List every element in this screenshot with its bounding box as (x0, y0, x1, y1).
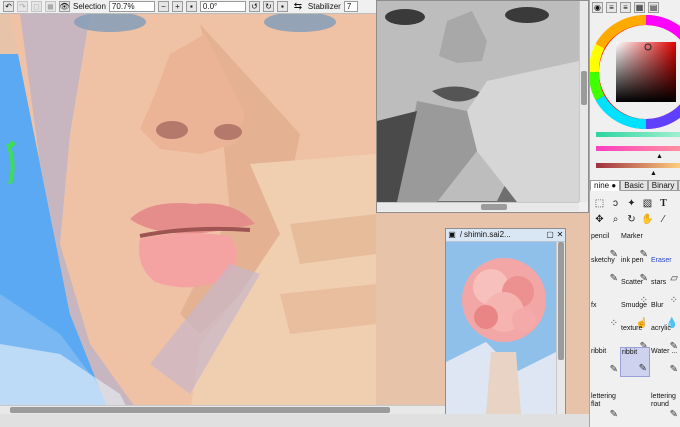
swatches-icon: ▦ (635, 2, 644, 12)
layer-select-icon[interactable]: ▧ (641, 197, 654, 210)
minimize-icon[interactable]: ▢ (545, 229, 555, 241)
brush-water[interactable]: Water ... ✎ (650, 347, 680, 377)
reference-horizontal-scrollbar[interactable] (377, 202, 579, 211)
plus-icon: + (175, 1, 180, 11)
square-icon: ▪ (190, 1, 193, 11)
rotate-icon[interactable]: ↻ (625, 213, 638, 226)
undo-button[interactable]: ↶ (3, 1, 14, 12)
flip-icon[interactable]: ⇆ (291, 1, 305, 12)
hsv-slider-mode-button[interactable]: ≡ (620, 2, 631, 13)
status-strip (0, 414, 589, 427)
saturation-slider[interactable] (596, 146, 680, 151)
minus-icon: − (161, 1, 166, 11)
invert-selection-button[interactable]: ◼ (45, 1, 56, 12)
stabilizer-field[interactable]: 7 (343, 1, 358, 12)
brush-icon: ✎ (638, 363, 647, 374)
view-tool-row: ✥ ⌕ ↻ ✋ ⁄ (593, 213, 679, 226)
redo-icon: ↷ (19, 1, 26, 11)
brush-ribbit-selected[interactable]: ribbit ✎ (620, 347, 650, 377)
magic-wand-icon[interactable]: ✦ (625, 197, 638, 210)
reference-vertical-scrollbar[interactable] (579, 1, 588, 202)
rotate-right-icon: ↻ (265, 1, 272, 11)
zoom-out-button[interactable]: − (157, 1, 169, 12)
reference-vscroll-thumb[interactable] (581, 71, 587, 105)
color-wheel[interactable] (590, 14, 680, 130)
window-icon: ▣ (448, 230, 456, 239)
navigator-titlebar[interactable]: ▣ / shimin.sai2... ▢ ✕ (446, 229, 565, 242)
slider-marker-icon: ▲ (656, 153, 663, 160)
brush-ribbit[interactable]: ribbit ✎ (590, 347, 620, 377)
slider-marker-icon: ▲ (650, 170, 657, 177)
invert-selection-icon: ◼ (47, 1, 54, 11)
sliders-icon: ≡ (609, 2, 614, 12)
deselect-button[interactable]: ◻ (31, 1, 42, 12)
pen-icon: ✎ (669, 409, 678, 420)
navigator-window[interactable]: ▣ / shimin.sai2... ▢ ✕ (445, 228, 566, 427)
close-icon[interactable]: ✕ (555, 229, 565, 241)
hue-slider[interactable] (596, 132, 680, 137)
zoom-field[interactable]: 70.7% (108, 1, 155, 12)
reference-photo (377, 1, 579, 202)
reference-photo-window[interactable] (376, 0, 589, 213)
swatches-mode-button[interactable]: ▦ (634, 2, 645, 13)
palette-icon: ▤ (649, 2, 658, 12)
rect-select-icon[interactable]: ⬚ (593, 197, 606, 210)
canvas-scroll-thumb[interactable] (10, 407, 390, 413)
deselect-icon: ◻ (33, 1, 40, 11)
rotate-left-button[interactable]: ↺ (248, 1, 260, 12)
brush-set-tabs: nine ● Basic Binary Ve (590, 180, 680, 191)
navigator-vscroll-thumb[interactable] (558, 242, 564, 360)
navigator-title: shimin.sai2... (464, 230, 511, 239)
brush-icon: ✎ (669, 364, 678, 375)
brush-icon: ✎ (609, 364, 618, 375)
eyedropper-icon[interactable]: ⁄ (657, 213, 670, 226)
rotation-field[interactable]: 0.0° (199, 1, 246, 12)
eye-icon: 👁 (59, 1, 70, 11)
palette-mode-button[interactable]: ▤ (648, 2, 659, 13)
rotate-right-button[interactable]: ↻ (262, 1, 274, 12)
navigator-vertical-scrollbar[interactable] (556, 242, 565, 414)
brush-lettering-flat[interactable]: lettering flat ✎ (590, 392, 620, 422)
text-tool-icon[interactable]: T (657, 197, 670, 210)
navigator-preview (446, 242, 556, 414)
pen-icon: ✎ (609, 409, 618, 420)
tab-nine[interactable]: nine ● (590, 180, 621, 191)
lasso-icon[interactable]: ↄ (609, 197, 622, 210)
brush-grid: pencil ✎ Marker ✎ sketchy ✎ ink pen ✎ Eraser… (590, 232, 680, 427)
color-mode-bar: ◉ ≡ ≡ ▦ ▤ (592, 2, 659, 13)
selection-label: Selection (73, 1, 106, 11)
move-icon[interactable]: ✥ (593, 213, 606, 226)
hand-icon[interactable]: ✋ (641, 213, 654, 226)
show-selection-toggle[interactable]: 👁 (59, 1, 70, 12)
zoom-reset-button[interactable]: ▪ (185, 1, 197, 12)
undo-icon: ↶ (5, 1, 12, 11)
canvas-horizontal-scrollbar[interactable] (0, 405, 445, 414)
right-panel: ◉ ≡ ≡ ▦ ▤ ▲ ▲ nine ● Basic Binary ⬚ ↄ ✦ … (589, 0, 680, 427)
rotate-left-icon: ↺ (251, 1, 258, 11)
color-wheel-icon: ◉ (594, 2, 601, 12)
selection-tool-row: ⬚ ↄ ✦ ▧ T (593, 197, 679, 210)
color-wheel-mode-button[interactable]: ◉ (592, 2, 603, 13)
redo-button[interactable]: ↷ (17, 1, 28, 12)
rotate-reset-button[interactable]: ▪ (276, 1, 288, 12)
stabilizer-label: Stabilizer (307, 1, 341, 11)
zoom-in-button[interactable]: + (171, 1, 183, 12)
brush-empty-slot[interactable] (620, 392, 650, 422)
rgb-slider-mode-button[interactable]: ≡ (606, 2, 617, 13)
tab-basic[interactable]: Basic (620, 180, 648, 191)
tab-binary[interactable]: Binary (647, 180, 679, 191)
square-icon: ▪ (281, 1, 284, 11)
value-slider[interactable] (596, 163, 680, 168)
brush-lettering-round[interactable]: lettering round ✎ (650, 392, 680, 422)
zoom-icon[interactable]: ⌕ (609, 213, 622, 226)
reference-hscroll-thumb[interactable] (481, 204, 507, 210)
sliders-icon: ≡ (623, 2, 628, 12)
